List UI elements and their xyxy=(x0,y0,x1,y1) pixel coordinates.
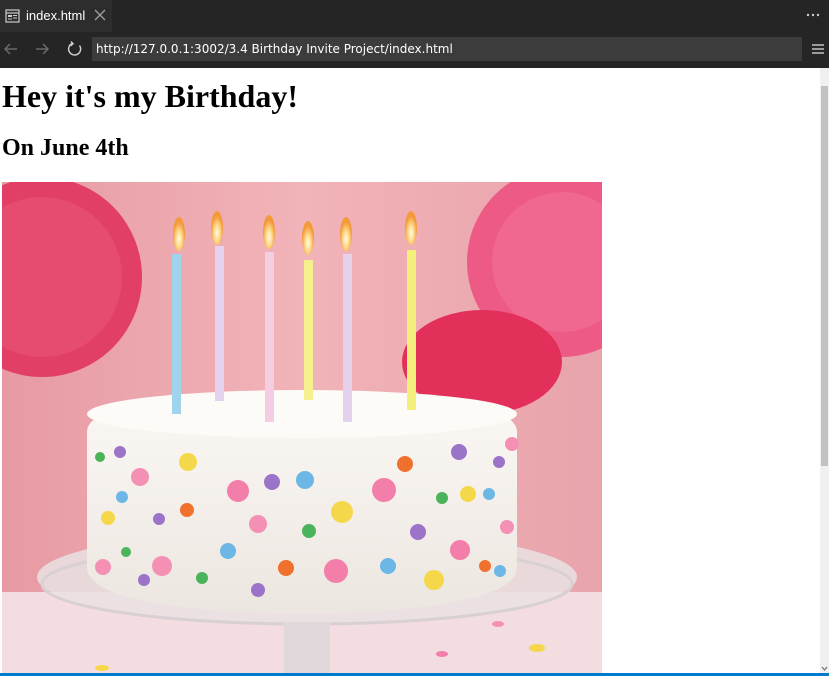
arrow-left-icon[interactable] xyxy=(2,40,20,58)
page-heading: Hey it's my Birthday! xyxy=(2,78,298,114)
scroll-down-arrow-icon[interactable] xyxy=(820,665,829,673)
reload-icon[interactable] xyxy=(66,40,84,58)
scrollbar-thumb[interactable] xyxy=(821,86,828,466)
tab-index-html[interactable]: index.html xyxy=(0,0,112,32)
birthday-cake-image xyxy=(2,182,602,673)
hamburger-menu-icon[interactable] xyxy=(810,40,826,58)
url-field[interactable]: http://127.0.0.1:3002/3.4 Birthday Invit… xyxy=(92,37,802,61)
preview-icon xyxy=(5,9,20,23)
tab-bar: index.html xyxy=(0,0,829,32)
page-subheading: On June 4th xyxy=(2,135,129,161)
vertical-scrollbar[interactable] xyxy=(820,68,829,673)
close-icon[interactable] xyxy=(93,8,107,22)
more-actions-icon[interactable] xyxy=(805,7,821,23)
tab-label: index.html xyxy=(26,8,86,23)
arrow-right-icon[interactable] xyxy=(33,40,51,58)
navigation-bar: http://127.0.0.1:3002/3.4 Birthday Invit… xyxy=(0,32,829,68)
page-viewport: Hey it's my Birthday! On June 4th xyxy=(0,68,820,673)
